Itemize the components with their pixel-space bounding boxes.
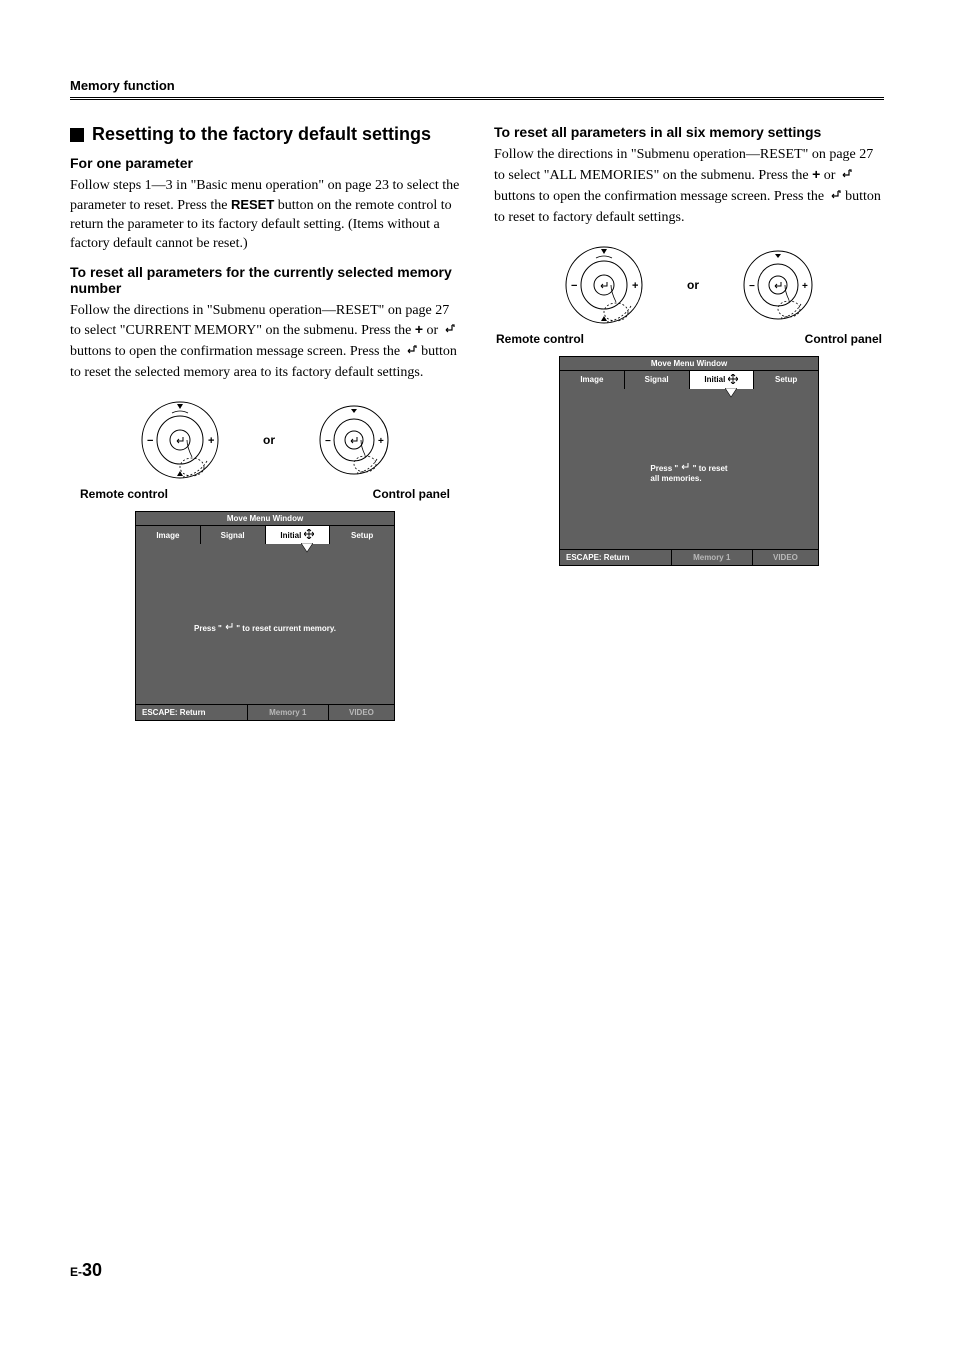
- osd-tab-pointer-icon: [559, 389, 819, 399]
- running-head: Memory function: [70, 78, 884, 100]
- osd-footer-escape: ESCAPE: Return: [560, 550, 672, 565]
- svg-text:−: −: [147, 435, 153, 447]
- enter-icon: [404, 345, 418, 364]
- text: Press ": [650, 464, 680, 473]
- remote-dpad-icon: − +: [137, 397, 223, 483]
- subheading-all-memories: To reset all parameters in all six memor…: [494, 124, 884, 140]
- osd-message: Press " " to reset current memory.: [194, 623, 336, 634]
- osd-tab-signal: Signal: [201, 526, 266, 544]
- caption-panel: Control panel: [373, 487, 450, 501]
- subheading-current-memory: To reset all parameters for the currentl…: [70, 264, 460, 296]
- osd-tab-initial: Initial: [266, 526, 331, 544]
- svg-text:−: −: [325, 436, 331, 447]
- paragraph-current-memory: Follow the directions in "Submenu operat…: [70, 302, 460, 384]
- text: " to reset: [690, 464, 727, 473]
- svg-text:+: +: [632, 280, 638, 292]
- caption-remote: Remote control: [496, 332, 584, 346]
- paragraph-all-memories: Follow the directions in "Submenu operat…: [494, 146, 884, 228]
- osd-screenshot-all-memories: Move Menu Window Image Signal Initial Se…: [559, 356, 819, 566]
- text: or: [820, 168, 839, 183]
- text: " to reset current memory.: [234, 624, 336, 633]
- osd-footer-memory: Memory 1: [672, 550, 753, 565]
- text: all memories.: [650, 474, 701, 483]
- text: buttons to open the confirmation message…: [494, 189, 828, 204]
- subheading-one-parameter: For one parameter: [70, 155, 460, 171]
- osd-footer-escape: ESCAPE: Return: [136, 705, 248, 720]
- osd-tab-setup: Setup: [330, 526, 394, 544]
- osd-title: Move Menu Window: [559, 356, 819, 370]
- osd-footer-video: VIDEO: [329, 705, 394, 720]
- page-number: E-30: [70, 1260, 102, 1281]
- section-bullet-icon: [70, 128, 84, 142]
- enter-arrow-icon: [680, 463, 690, 474]
- osd-tab-label: Initial: [280, 531, 301, 540]
- or-label: or: [263, 433, 275, 447]
- osd-footer-video: VIDEO: [753, 550, 818, 565]
- osd-tab-setup: Setup: [754, 371, 818, 389]
- osd-message: Press " " to reset all memories.: [650, 463, 727, 485]
- enter-icon: [828, 190, 842, 209]
- move-cross-icon: [728, 374, 738, 386]
- page-number-value: 30: [82, 1260, 102, 1280]
- text: Press ": [194, 624, 224, 633]
- enter-arrow-icon: [224, 623, 234, 634]
- enter-icon: [442, 324, 456, 343]
- svg-text:+: +: [802, 281, 808, 292]
- osd-tab-signal: Signal: [625, 371, 690, 389]
- right-column: To reset all parameters in all six memor…: [494, 120, 884, 721]
- enter-icon: [839, 169, 853, 188]
- osd-tab-pointer-icon: [135, 544, 395, 554]
- caption-remote: Remote control: [80, 487, 168, 501]
- plus-symbol: +: [415, 321, 423, 337]
- osd-tab-initial: Initial: [690, 371, 755, 389]
- text: buttons to open the confirmation message…: [70, 344, 404, 359]
- osd-footer-memory: Memory 1: [248, 705, 329, 720]
- move-cross-icon: [304, 529, 314, 541]
- osd-screenshot-current-memory: Move Menu Window Image Signal Initial Se…: [135, 511, 395, 721]
- svg-text:−: −: [571, 280, 577, 292]
- caption-panel: Control panel: [805, 332, 882, 346]
- osd-tab-image: Image: [560, 371, 625, 389]
- text: or: [423, 323, 442, 338]
- page-prefix: E-: [70, 1265, 82, 1279]
- svg-text:+: +: [378, 436, 384, 447]
- osd-title: Move Menu Window: [135, 511, 395, 525]
- remote-dpad-icon: − +: [561, 242, 647, 328]
- osd-tab-label: Initial: [704, 375, 725, 384]
- left-column: Resetting to the factory default setting…: [70, 120, 460, 721]
- control-panel-dpad-icon: − +: [739, 246, 817, 324]
- control-panel-dpad-icon: − +: [315, 401, 393, 479]
- text: Follow the directions in "Submenu operat…: [70, 303, 449, 339]
- svg-text:−: −: [749, 281, 755, 292]
- section-heading: Resetting to the factory default setting…: [92, 124, 431, 145]
- paragraph-one-parameter: Follow steps 1—3 in "Basic menu operatio…: [70, 177, 460, 254]
- osd-tab-image: Image: [136, 526, 201, 544]
- svg-text:+: +: [208, 435, 214, 447]
- text-reset-button: RESET: [231, 197, 274, 212]
- or-label: or: [687, 278, 699, 292]
